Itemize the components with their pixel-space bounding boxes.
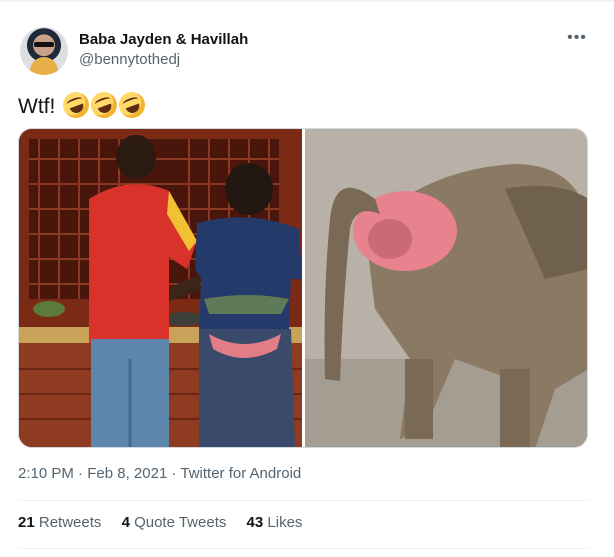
meta-separator: ·	[171, 465, 177, 482]
tweet-time[interactable]: 2:10 PM	[18, 465, 74, 482]
quote-tweets-label: Quote Tweets	[134, 514, 227, 531]
media-grid	[18, 128, 588, 448]
avatar-shirt	[30, 57, 58, 75]
photo-couple-at-market-stall[interactable]	[19, 129, 302, 447]
stats-divider-top	[18, 500, 588, 501]
tweet-date[interactable]: Feb 8, 2021	[87, 465, 167, 482]
likes-stat[interactable]: 43 Likes	[247, 513, 303, 533]
author-name[interactable]: Baba Jayden & Havillah	[79, 30, 248, 50]
rolling-on-floor-laughing-emoji-icon	[87, 88, 121, 122]
photo-couple-illustration	[19, 129, 302, 447]
stats-divider-bottom	[18, 548, 588, 549]
meta-separator: ·	[78, 465, 84, 482]
tweet-card: Baba Jayden & Havillah @bennytothedj •••…	[0, 0, 614, 557]
profile-avatar[interactable]	[20, 27, 68, 75]
likes-count: 43	[246, 514, 264, 531]
quote-tweets-stat[interactable]: 4 Quote Tweets	[122, 513, 227, 533]
rolling-on-floor-laughing-emoji-icon	[59, 88, 93, 122]
top-divider	[0, 0, 614, 2]
more-options-icon[interactable]: •••	[563, 27, 591, 51]
tweet-metadata: 2:10 PM · Feb 8, 2021 · Twitter for Andr…	[18, 464, 301, 484]
engagement-stats: 21 Retweets 4 Quote Tweets 43 Likes	[18, 513, 318, 533]
likes-label: Likes	[267, 514, 303, 531]
quote-tweets-count: 4	[121, 514, 130, 531]
retweets-stat[interactable]: 21 Retweets	[18, 513, 101, 533]
retweets-label: Retweets	[38, 514, 102, 531]
tweet-text-content: Wtf!	[18, 95, 56, 118]
retweets-count: 21	[18, 514, 35, 531]
rolling-on-floor-laughing-emoji-icon	[115, 88, 149, 122]
photo-baboon-illustration	[305, 129, 587, 447]
tweet-source[interactable]: Twitter for Android	[180, 465, 301, 482]
avatar-sunglasses	[34, 42, 54, 47]
tweet-text: Wtf!	[18, 88, 149, 122]
photo-baboon-rear-view[interactable]	[305, 129, 587, 447]
author-handle[interactable]: @bennytothedj	[79, 50, 180, 70]
